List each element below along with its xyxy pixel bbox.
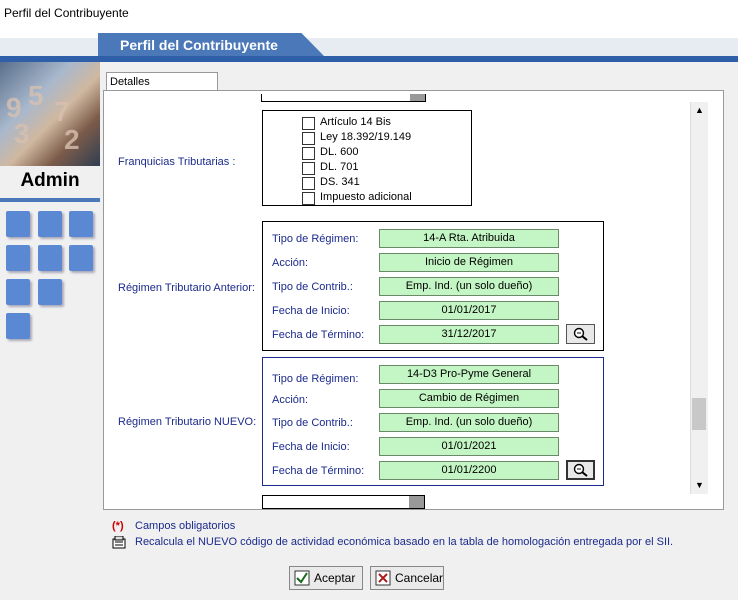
checkbox-impuesto-adicional[interactable] (302, 192, 315, 205)
tipo-contrib-field: Emp. Ind. (un solo dueño) (379, 413, 559, 432)
fecha-termino-field: 01/01/2200 (379, 461, 559, 480)
checkbox-label: Ley 18.392/19.149 (320, 131, 412, 143)
required-mark: (*) (112, 520, 124, 532)
checkbox-ley-18392[interactable] (302, 132, 315, 145)
sidebar-tile[interactable] (69, 211, 93, 237)
recalc-text: Recalcula el NUEVO código de actividad e… (135, 536, 674, 548)
cancel-button[interactable]: Cancelar (370, 566, 444, 590)
title-bar: Perfil del Contribuyente (0, 0, 738, 30)
window-title: Perfil del Contribuyente (4, 6, 129, 20)
tipo-regimen-label: Tipo de Régimen: (272, 373, 359, 385)
vertical-scrollbar[interactable]: ▲ ▼ (690, 102, 708, 494)
fecha-termino-label: Fecha de Término: (272, 465, 365, 477)
scroll-thumb[interactable] (692, 398, 706, 430)
regimen-nuevo-label: Régimen Tributario NUEVO: (118, 416, 257, 428)
sidebar-tile[interactable] (69, 245, 93, 271)
required-text: Campos obligatorios (135, 520, 236, 532)
sidebar-tile[interactable] (38, 279, 62, 305)
sidebar-tile[interactable] (38, 245, 62, 271)
tipo-regimen-label: Tipo de Régimen: (272, 233, 359, 245)
header-title: Perfil del Contribuyente (120, 37, 278, 53)
tipo-regimen-field: 14-A Rta. Atribuida (379, 229, 559, 248)
header-tab: Perfil del Contribuyente (98, 33, 324, 56)
checkbox-label: Artículo 14 Bis (320, 116, 391, 128)
checkbox-label: DL. 701 (320, 161, 359, 173)
franquicias-box: Artículo 14 Bis Ley 18.392/19.149 DL. 60… (262, 110, 472, 206)
franquicias-label: Franquicias Tributarias : (118, 156, 236, 168)
admin-photo: 9 5 7 3 2 (0, 62, 100, 166)
scroll-down-icon[interactable]: ▼ (691, 477, 708, 494)
checkbox-ds-341[interactable] (302, 177, 315, 190)
tipo-contrib-field: Emp. Ind. (un solo dueño) (379, 277, 559, 296)
fecha-inicio-field: 01/01/2017 (379, 301, 559, 320)
tipo-regimen-field: 14-D3 Pro-Pyme General (379, 365, 559, 384)
scroll-up-icon[interactable]: ▲ (691, 102, 708, 119)
checkbox-articulo-14-bis[interactable] (302, 117, 315, 130)
fecha-inicio-field: 01/01/2021 (379, 437, 559, 456)
sidebar-tile[interactable] (6, 211, 30, 237)
fecha-termino-label: Fecha de Término: (272, 329, 365, 341)
checkbox-label: DS. 341 (320, 176, 360, 188)
checkbox-label: DL. 600 (320, 146, 359, 158)
recalc-icon (112, 535, 126, 549)
accion-field: Cambio de Régimen (379, 389, 559, 408)
cutoff-dropdown-top[interactable] (261, 94, 426, 102)
sidebar-tile[interactable] (6, 313, 30, 339)
accept-button[interactable]: Aceptar (289, 566, 363, 590)
checkbox-dl-701[interactable] (302, 162, 315, 175)
checkbox-label: Impuesto adicional (320, 191, 412, 203)
check-icon (294, 570, 310, 593)
admin-label: Admin (20, 170, 80, 191)
sidebar-tile[interactable] (6, 245, 30, 271)
fecha-inicio-label: Fecha de Inicio: (272, 441, 350, 453)
fecha-termino-field: 31/12/2017 (379, 325, 559, 344)
accion-label: Acción: (272, 394, 309, 406)
checkbox-dl-600[interactable] (302, 147, 315, 160)
regimen-anterior-label: Régimen Tributario Anterior: (118, 282, 255, 294)
cancel-label: Cancelar (395, 571, 444, 585)
accion-label: Acción: (272, 257, 309, 269)
header-banner: Perfil del Contribuyente (0, 30, 738, 62)
tab-detalles[interactable]: Detalles Contribuyente (106, 72, 218, 106)
fecha-inicio-label: Fecha de Inicio: (272, 305, 350, 317)
cancel-icon (375, 570, 391, 593)
search-icon[interactable] (566, 324, 595, 344)
tipo-contrib-label: Tipo de Contrib.: (272, 281, 353, 293)
cutoff-row (110, 494, 670, 510)
tipo-contrib-label: Tipo de Contrib.: (272, 417, 353, 429)
accept-label: Aceptar (314, 571, 356, 585)
accion-field: Inicio de Régimen (379, 253, 559, 272)
sidebar-tile[interactable] (6, 279, 30, 305)
sidebar-tile[interactable] (38, 211, 62, 237)
search-icon[interactable] (566, 460, 595, 480)
sidebar: 9 5 7 3 2 Admin (0, 62, 100, 600)
